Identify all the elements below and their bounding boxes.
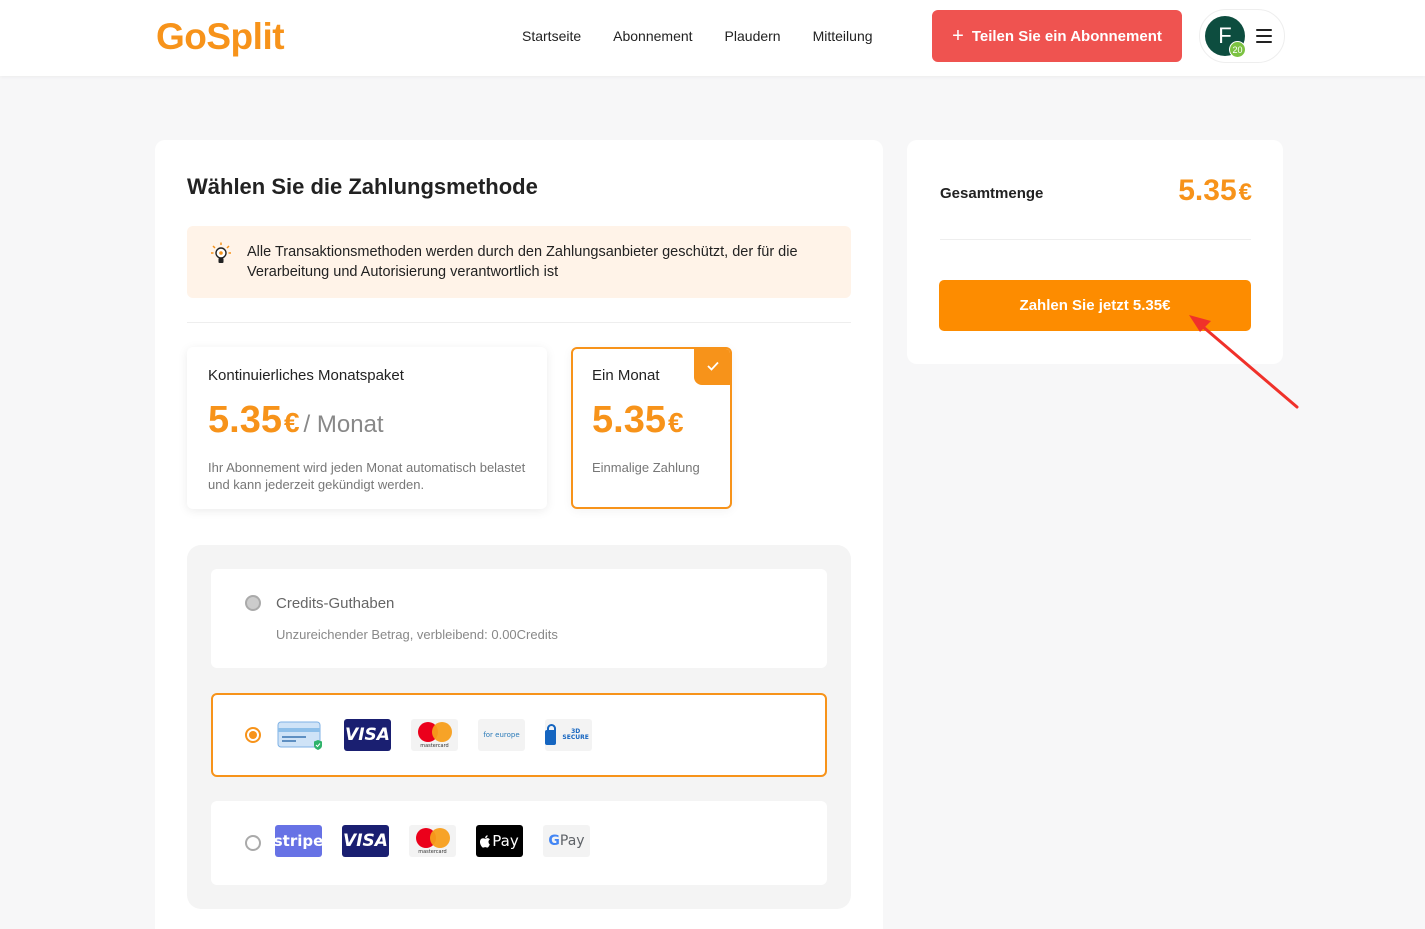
visa-logo: VISA xyxy=(344,719,391,751)
card-payment-option[interactable]: VISA mastercard for europe 3D SECURE xyxy=(211,693,827,777)
price-value: 5.35 xyxy=(592,399,666,441)
visa-logo: VISA xyxy=(342,825,389,857)
lightbulb-icon xyxy=(211,242,231,263)
plan-price: 5.35 € / Monat xyxy=(208,399,384,442)
wallet-payment-radio[interactable] xyxy=(245,835,261,851)
plan-name: Ein Monat xyxy=(592,367,660,384)
apple-icon xyxy=(480,834,491,848)
total-label: Gesamtmenge xyxy=(940,185,1044,202)
europe-logo: for europe xyxy=(478,719,525,751)
plan-option-one-month[interactable]: Ein Monat 5.35 € Einmalige Zahlung xyxy=(571,347,732,509)
3d-secure-logo: 3D SECURE xyxy=(545,719,592,751)
mastercard-text: mastercard xyxy=(420,742,449,749)
google-g-icon: G xyxy=(548,833,560,849)
mastercard-logo: mastercard xyxy=(409,825,456,857)
main-nav: Startseite Abonnement Plaudern Mitteilun… xyxy=(522,28,873,44)
divider xyxy=(940,239,1251,240)
price-period: / Monat xyxy=(303,411,384,438)
total-value: 5.35 xyxy=(1178,174,1237,207)
security-notice: Alle Transaktionsmethoden werden durch d… xyxy=(187,226,851,298)
nav-plaudern[interactable]: Plaudern xyxy=(725,28,781,44)
google-pay-text: Pay xyxy=(559,833,585,849)
apple-pay-text: Pay xyxy=(492,832,519,850)
credits-title: Credits-Guthaben xyxy=(276,595,395,612)
divider xyxy=(187,322,851,323)
hamburger-menu-icon[interactable] xyxy=(1256,29,1272,43)
plan-price: 5.35 € xyxy=(592,399,684,442)
card-payment-radio[interactable] xyxy=(245,727,261,743)
lock-icon xyxy=(545,723,557,745)
price-value: 5.35 xyxy=(208,399,282,441)
mastercard-text: mastercard xyxy=(418,848,447,855)
price-currency: € xyxy=(667,407,684,438)
top-header: GoSplit Startseite Abonnement Plaudern M… xyxy=(0,0,1425,76)
3d-secure-text: 3D SECURE xyxy=(562,728,589,741)
total-amount: 5.35 € xyxy=(1178,174,1252,208)
selected-check-icon xyxy=(694,349,730,385)
plan-description: Ihr Abonnement wird jeden Monat automati… xyxy=(208,460,526,492)
payment-methods: Credits-Guthaben Unzureichender Betrag, … xyxy=(187,545,851,909)
credits-balance-option[interactable]: Credits-Guthaben Unzureichender Betrag, … xyxy=(211,569,827,668)
plan-option-monthly-continuous[interactable]: Kontinuierliches Monatspaket 5.35 € / Mo… xyxy=(187,347,547,509)
price-currency: € xyxy=(283,407,300,438)
plan-name: Kontinuierliches Monatspaket xyxy=(208,367,404,384)
nav-startseite[interactable]: Startseite xyxy=(522,28,581,44)
nav-mitteilung[interactable]: Mitteilung xyxy=(813,28,873,44)
gosplit-logo[interactable]: GoSplit xyxy=(156,16,285,58)
apple-pay-logo: Pay xyxy=(476,825,523,857)
wallet-payment-option[interactable]: stripe VISA mastercard Pay G Pay xyxy=(211,801,827,885)
total-currency: € xyxy=(1238,179,1252,206)
stripe-logo: stripe xyxy=(274,825,323,857)
annotation-arrow-icon xyxy=(1189,315,1299,409)
card-logos: VISA mastercard for europe 3D SECURE xyxy=(277,719,592,751)
share-subscription-label: Teilen Sie ein Abonnement xyxy=(971,27,1162,45)
plan-description: Einmalige Zahlung xyxy=(592,460,700,475)
credit-card-icon xyxy=(277,719,324,751)
plus-icon: + xyxy=(952,25,964,47)
credits-radio[interactable] xyxy=(245,595,261,611)
mastercard-logo: mastercard xyxy=(411,719,458,751)
google-pay-logo: G Pay xyxy=(543,825,590,857)
share-subscription-button[interactable]: + Teilen Sie ein Abonnement xyxy=(932,10,1182,62)
user-menu[interactable]: F 20 xyxy=(1199,9,1285,63)
level-badge: 20 xyxy=(1229,41,1246,58)
credits-subtitle: Unzureichender Betrag, verbleibend: 0.00… xyxy=(276,627,558,642)
payment-method-card: Wählen Sie die Zahlungsmethode Alle Tran… xyxy=(155,140,883,929)
page-title: Wählen Sie die Zahlungsmethode xyxy=(187,174,538,199)
nav-abonnement[interactable]: Abonnement xyxy=(613,28,692,44)
security-notice-text: Alle Transaktionsmethoden werden durch d… xyxy=(247,244,798,280)
wallet-logos: stripe VISA mastercard Pay G Pay xyxy=(274,825,590,857)
